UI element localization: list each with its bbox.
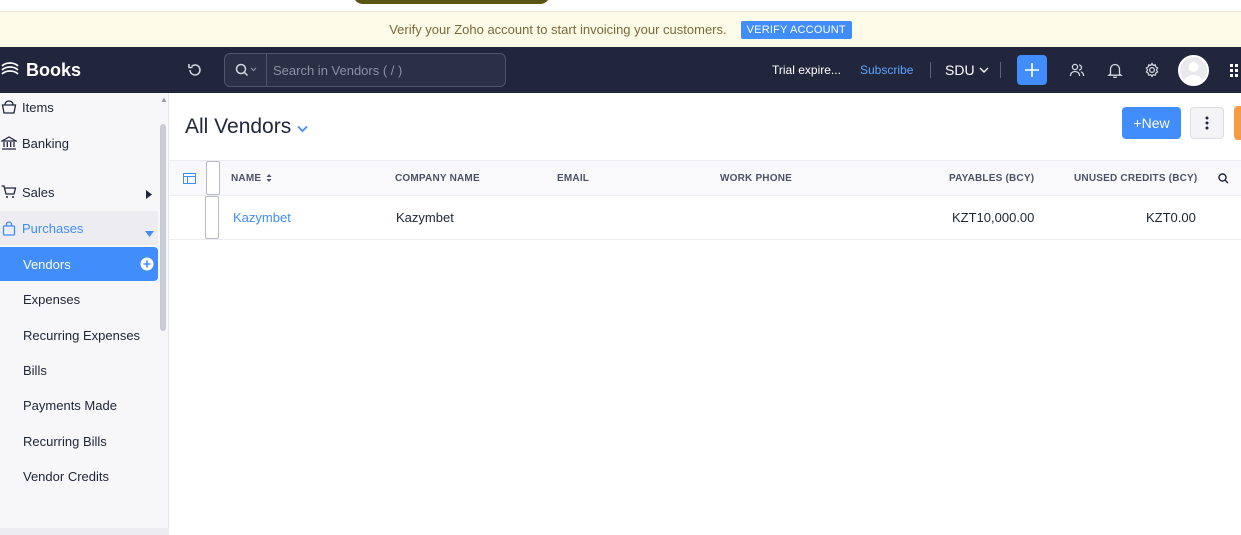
page-title[interactable]: All Vendors: [185, 115, 308, 139]
sidebar-scrollbar[interactable]: [160, 124, 166, 331]
chevron-down-icon: [979, 67, 989, 73]
sidebar-item-label: Sales: [22, 184, 55, 200]
search-input[interactable]: Search in Vendors ( / ): [267, 63, 402, 78]
scroll-up-icon[interactable]: ▲: [160, 95, 168, 104]
sidebar-item-recurring-bills[interactable]: Recurring Bills: [0, 424, 158, 458]
top-strip: [0, 0, 1241, 11]
search-icon[interactable]: [225, 54, 267, 86]
sidebar-item-label: Vendor Credits: [23, 468, 109, 484]
top-header: Books Search in Vendors ( / ) Trial expi…: [0, 47, 1241, 93]
column-chooser-icon[interactable]: [183, 161, 196, 195]
search-box[interactable]: Search in Vendors ( / ): [224, 53, 506, 87]
search-icon[interactable]: [1218, 161, 1229, 195]
column-payables[interactable]: PAYABLES (BCY): [949, 161, 1034, 195]
app-name: Books: [26, 59, 82, 80]
main-content: All Vendors +New NAME COMPANY NAME EMAIL…: [169, 93, 1241, 535]
sidebar-item-expenses[interactable]: Expenses: [0, 282, 158, 316]
avatar[interactable]: [1178, 55, 1209, 86]
more-options-button[interactable]: [1190, 107, 1224, 139]
column-company[interactable]: COMPANY NAME: [395, 161, 480, 195]
new-vendor-button[interactable]: +New: [1122, 107, 1181, 139]
view-title: All Vendors: [185, 115, 292, 138]
basket-icon: [0, 100, 20, 114]
users-icon[interactable]: [1067, 59, 1087, 81]
bell-icon[interactable]: [1105, 59, 1125, 81]
top-pill: [353, 0, 550, 4]
quick-create-button[interactable]: [1017, 55, 1047, 85]
sidebar-item-bills[interactable]: Bills: [0, 353, 158, 387]
table-header: NAME COMPANY NAME EMAIL WORK PHONE PAYAB…: [169, 160, 1241, 196]
sidebar-item-label: Payments Made: [23, 397, 117, 413]
vendor-name-link[interactable]: Kazymbet: [233, 196, 291, 239]
sidebar-item-label: Items: [22, 99, 54, 115]
sidebar-item-label: Purchases: [22, 220, 84, 236]
orange-action-button[interactable]: [1234, 106, 1241, 140]
app-logo[interactable]: Books: [0, 47, 169, 93]
books-logo-icon: [1, 62, 19, 75]
company-name-cell: Kazymbet: [396, 210, 454, 225]
chevron-down-icon: [145, 225, 154, 240]
org-name: SDU: [945, 62, 975, 78]
sidebar-item-label: Vendors: [23, 256, 71, 272]
column-email[interactable]: EMAIL: [557, 161, 589, 195]
column-phone[interactable]: WORK PHONE: [720, 161, 792, 195]
sidebar-item-banking[interactable]: Banking: [0, 126, 158, 160]
divider: [1000, 62, 1001, 78]
recent-history-icon[interactable]: [184, 59, 206, 81]
sidebar-item-vendors[interactable]: Vendors: [0, 247, 158, 281]
sort-icon: [266, 174, 272, 182]
user-avatar-icon: [1183, 62, 1204, 84]
column-name[interactable]: NAME: [231, 161, 273, 195]
sidebar-item-label: Banking: [22, 135, 69, 151]
table-row[interactable]: Kazymbet Kazymbet KZT10,000.00 KZT0.00: [169, 196, 1241, 240]
add-vendor-icon[interactable]: [140, 257, 154, 274]
chevron-down-icon: [297, 125, 308, 133]
sidebar-item-label: Recurring Bills: [23, 433, 107, 449]
gear-icon[interactable]: [1142, 59, 1162, 81]
sidebar-item-label: Expenses: [23, 291, 81, 307]
bank-icon: [0, 136, 20, 150]
app-grid-icon[interactable]: [1226, 61, 1241, 79]
sidebar-item-label: Recurring Expenses: [23, 327, 141, 343]
column-credits[interactable]: UNUSED CREDITS (BCY): [1074, 161, 1197, 195]
chevron-right-icon: [146, 187, 152, 202]
trial-status[interactable]: Trial expire...: [772, 47, 841, 93]
sidebar-item-recurring-expenses[interactable]: Recurring Expenses: [0, 318, 158, 352]
subscribe-link[interactable]: Subscribe: [860, 47, 913, 93]
plus-icon: [1025, 63, 1039, 77]
cart-icon: [0, 185, 20, 199]
credits-cell: KZT0.00: [1146, 210, 1196, 225]
verify-account-button[interactable]: VERIFY ACCOUNT: [740, 20, 852, 39]
org-switcher[interactable]: SDU: [945, 47, 989, 93]
row-checkbox[interactable]: [205, 196, 219, 239]
sidebar-item-vendor-credits[interactable]: Vendor Credits: [0, 459, 158, 493]
sidebar: Items ▲ Banking Sales Purchases Vendors …: [0, 93, 169, 535]
sidebar-item-sales[interactable]: Sales: [0, 175, 158, 209]
verify-banner: Verify your Zoho account to start invoic…: [0, 11, 1241, 47]
sidebar-item-label: Bills: [23, 362, 47, 378]
sidebar-item-purchases[interactable]: Purchases: [0, 211, 158, 245]
banner-message: Verify your Zoho account to start invoic…: [389, 22, 727, 37]
sidebar-item-items[interactable]: Items: [0, 90, 158, 124]
bag-icon: [0, 220, 20, 236]
kebab-icon: [1205, 116, 1209, 130]
divider: [930, 62, 931, 78]
payables-cell: KZT10,000.00: [952, 210, 1035, 225]
sidebar-item-payments-made[interactable]: Payments Made: [0, 388, 158, 422]
select-all-checkbox[interactable]: [206, 161, 220, 195]
sidebar-footer: [0, 528, 169, 535]
